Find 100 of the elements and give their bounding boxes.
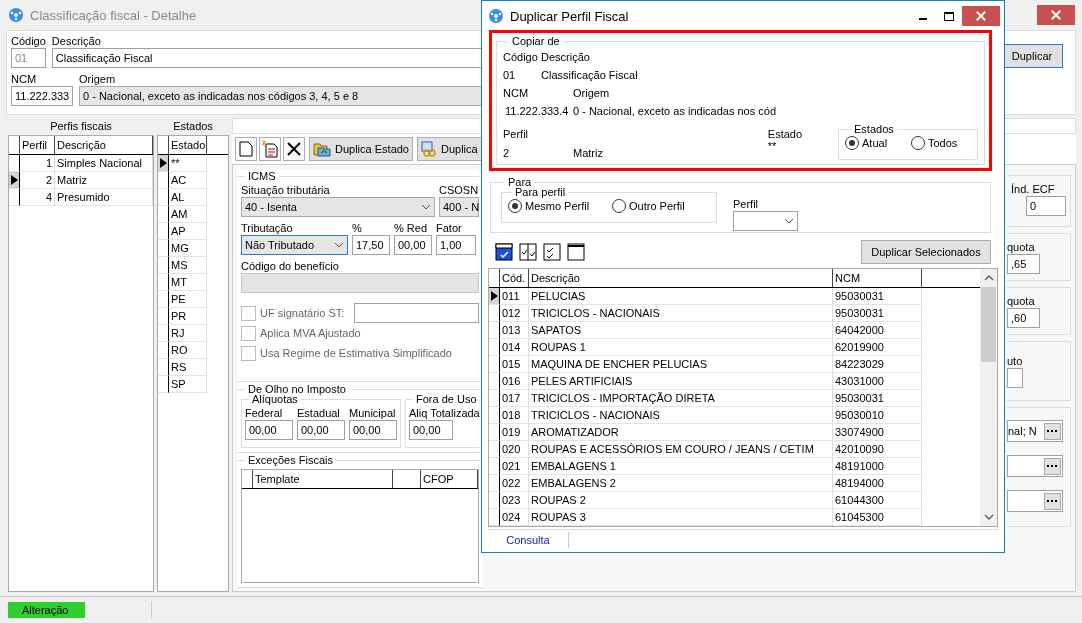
- table-cell: PR: [169, 308, 207, 325]
- checklist-icon[interactable]: [543, 242, 561, 261]
- csosn-select[interactable]: 400 - N: [439, 197, 479, 217]
- row-indicator[interactable]: [489, 509, 500, 527]
- taxation-select[interactable]: Não Tributado: [241, 235, 348, 255]
- radio-button[interactable]: [911, 136, 925, 150]
- column-header[interactable]: CFOP: [421, 470, 478, 488]
- rate-field[interactable]: ,65: [1007, 254, 1040, 274]
- row-indicator[interactable]: [158, 274, 169, 291]
- row-indicator[interactable]: [158, 240, 169, 257]
- table-cell: 013: [500, 322, 529, 340]
- duplicate-button[interactable]: Duplica: [417, 137, 482, 161]
- ncm-field[interactable]: 11.222.333: [11, 86, 73, 106]
- table-cell: RS: [169, 359, 207, 376]
- table-cell: 95030031: [833, 390, 922, 408]
- empty-window-icon[interactable]: [567, 242, 585, 261]
- factor-field[interactable]: 1,00: [436, 235, 476, 255]
- row-indicator[interactable]: [489, 339, 500, 357]
- row-indicator[interactable]: [158, 376, 169, 393]
- row-indicator[interactable]: [9, 189, 20, 206]
- new-button[interactable]: [235, 137, 257, 161]
- lookup-field[interactable]: [1007, 490, 1063, 512]
- row-indicator[interactable]: [9, 172, 20, 189]
- duplicate-state-button[interactable]: Duplica Estado: [309, 137, 413, 161]
- lookup-field[interactable]: nal; N: [1007, 420, 1063, 442]
- table-cell: 95030031: [833, 305, 922, 323]
- checkbox[interactable]: [241, 345, 256, 361]
- row-indicator[interactable]: [489, 390, 500, 408]
- row-indicator[interactable]: [489, 492, 500, 510]
- row-indicator[interactable]: [158, 342, 169, 359]
- radio-button[interactable]: [508, 199, 522, 213]
- scroll-thumb[interactable]: [981, 287, 996, 363]
- row-indicator[interactable]: [489, 407, 500, 425]
- check-columns-icon[interactable]: [519, 242, 537, 261]
- total-rate-field[interactable]: 00,00: [409, 420, 453, 440]
- table-cell: AROMATIZADOR: [529, 424, 833, 442]
- column-header[interactable]: NCM: [833, 269, 922, 288]
- row-indicator[interactable]: [489, 458, 500, 476]
- column-header[interactable]: Template: [253, 470, 393, 488]
- row-indicator[interactable]: [489, 288, 500, 306]
- profile-number: 2: [503, 147, 511, 159]
- row-indicator[interactable]: [158, 257, 169, 274]
- more-button[interactable]: [1044, 492, 1061, 510]
- check-all-icon[interactable]: [495, 242, 513, 261]
- rate-field[interactable]: ,60: [1007, 308, 1040, 328]
- row-indicator[interactable]: [489, 322, 500, 340]
- lookup-field[interactable]: [1007, 455, 1063, 477]
- rate-field[interactable]: 00,00: [297, 420, 345, 440]
- row-indicator[interactable]: [489, 356, 500, 374]
- rate-field[interactable]: 00,00: [349, 420, 397, 440]
- column-header[interactable]: Cód.: [500, 269, 529, 288]
- ecf-index-field[interactable]: 0: [1026, 196, 1066, 216]
- benefit-code-field[interactable]: [241, 273, 479, 293]
- row-indicator[interactable]: [158, 308, 169, 325]
- column-header[interactable]: Estado: [169, 136, 207, 154]
- checkbox[interactable]: [241, 305, 256, 321]
- group-title: Para: [507, 175, 533, 188]
- column-header[interactable]: Descrição: [529, 269, 833, 288]
- row-indicator[interactable]: [158, 206, 169, 223]
- group-title: Copiar de: [511, 34, 561, 48]
- table-cell: 48194000: [833, 475, 922, 493]
- row-indicator[interactable]: [489, 305, 500, 323]
- close-button[interactable]: [962, 6, 1000, 26]
- column-header[interactable]: Descrição: [55, 136, 153, 154]
- radio-button[interactable]: [612, 199, 626, 213]
- code-field[interactable]: 01: [11, 48, 46, 68]
- checkbox[interactable]: [241, 325, 256, 341]
- edit-button[interactable]: [259, 137, 281, 161]
- uf-field[interactable]: [354, 303, 479, 323]
- row-indicator[interactable]: [489, 475, 500, 493]
- row-indicator[interactable]: [158, 223, 169, 240]
- row-indicator[interactable]: [158, 189, 169, 206]
- column-header[interactable]: Perfil: [20, 136, 55, 154]
- close-button[interactable]: [1037, 5, 1075, 25]
- row-indicator[interactable]: [158, 359, 169, 376]
- row-indicator[interactable]: [158, 325, 169, 342]
- chevron-down-icon[interactable]: [983, 514, 994, 521]
- reduction-field[interactable]: 00,00: [394, 235, 432, 255]
- tax-situation-select[interactable]: 40 - Isenta: [241, 197, 435, 217]
- field-label: Código: [11, 34, 46, 48]
- rate-field[interactable]: 00,00: [245, 420, 293, 440]
- chevron-up-icon[interactable]: [983, 275, 994, 282]
- state-value: **: [767, 140, 778, 152]
- more-button[interactable]: [1044, 422, 1061, 440]
- radio-button[interactable]: [845, 136, 859, 150]
- ncm-value: 11.222.333.4: [504, 105, 570, 117]
- row-indicator[interactable]: [158, 155, 169, 172]
- profile-select[interactable]: [733, 211, 798, 231]
- delete-button[interactable]: [283, 137, 305, 161]
- more-button[interactable]: [1044, 457, 1061, 475]
- scroll-bar[interactable]: [980, 269, 997, 527]
- row-indicator[interactable]: [489, 441, 500, 459]
- row-indicator[interactable]: [489, 424, 500, 442]
- text-field[interactable]: [1007, 368, 1023, 388]
- percent-field[interactable]: 17,50: [352, 235, 390, 255]
- table-cell: 61044300: [833, 492, 922, 510]
- row-indicator[interactable]: [158, 291, 169, 308]
- row-indicator[interactable]: [489, 373, 500, 391]
- row-indicator[interactable]: [158, 172, 169, 189]
- duplicate-selected-button[interactable]: Duplicar Selecionados: [861, 239, 991, 264]
